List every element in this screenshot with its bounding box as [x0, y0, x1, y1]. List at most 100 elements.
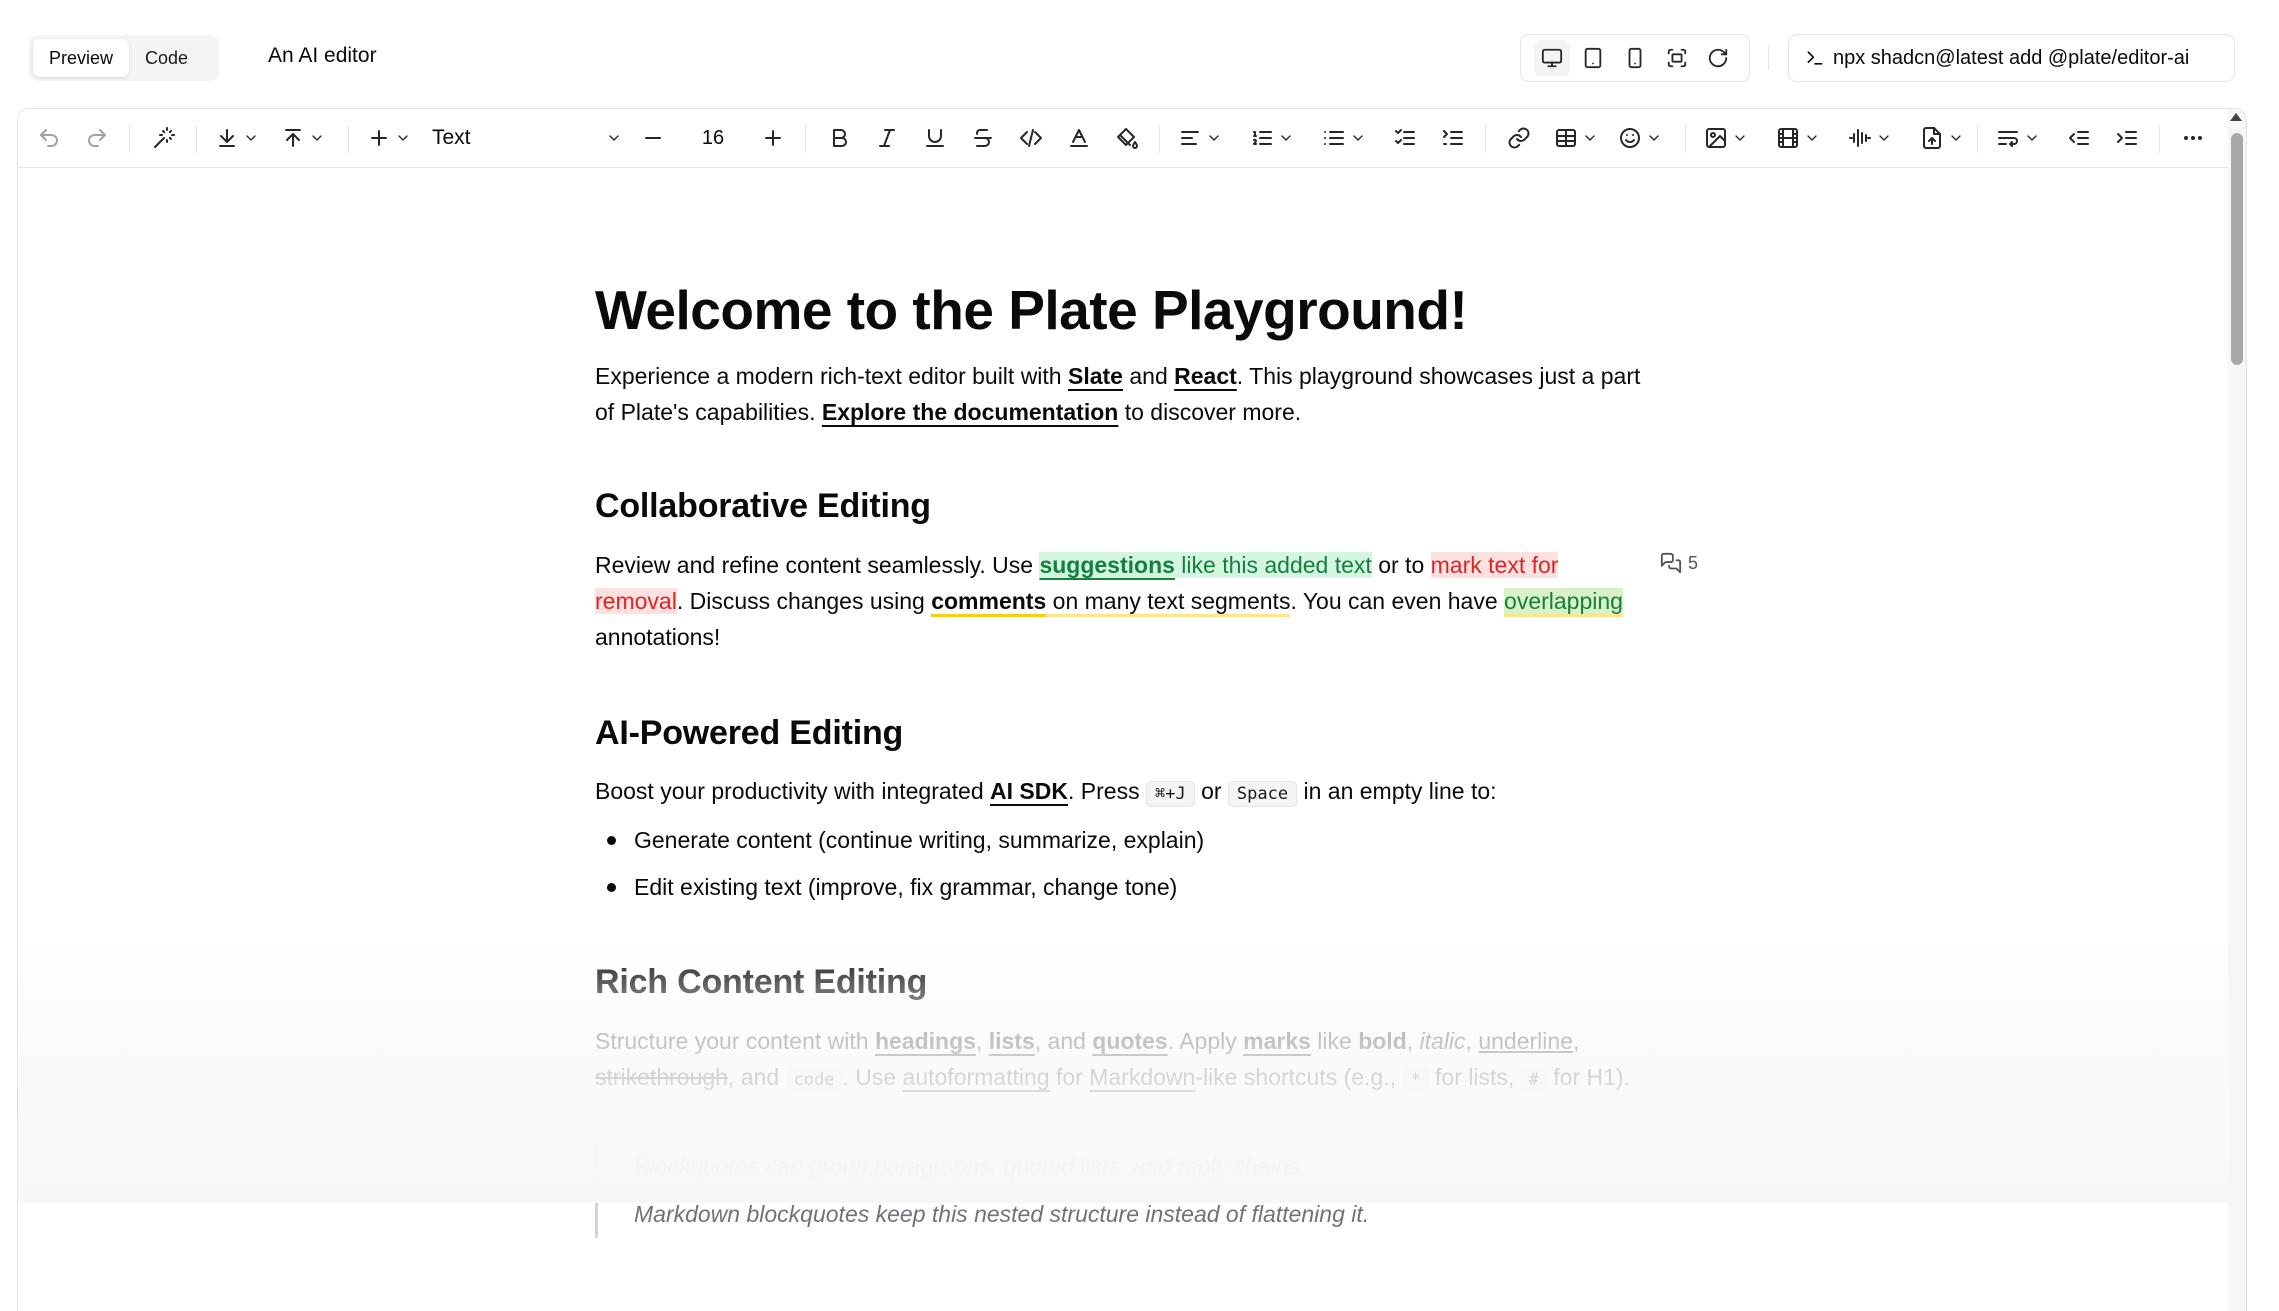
block-type-select[interactable]: Text — [432, 118, 622, 158]
blockquote-line: Markdown blockquotes keep this nested st… — [634, 1201, 1370, 1227]
link-markdown[interactable]: Markdown — [1089, 1064, 1195, 1090]
video-button[interactable] — [1773, 118, 1823, 158]
toolbar-divider — [1159, 125, 1160, 153]
comment-mark[interactable]: comments — [931, 588, 1047, 617]
ai-wand-icon[interactable] — [146, 118, 182, 158]
link-quotes[interactable]: quotes — [1092, 1028, 1167, 1054]
table-icon — [1556, 129, 1576, 147]
copy-command-button[interactable]: npx shadcn@latest add @plate/editor-ai — [1788, 34, 2235, 82]
kbd-space: Space — [1227, 781, 1298, 807]
text-color-icon[interactable] — [1061, 118, 1097, 158]
export-button[interactable] — [212, 118, 262, 158]
link-marks[interactable]: marks — [1243, 1028, 1311, 1054]
comments-icon — [1660, 552, 1682, 574]
list-item: Edit existing text (improve, fix grammar… — [595, 869, 1177, 905]
underline-icon[interactable] — [917, 118, 953, 158]
italic-icon[interactable] — [869, 118, 905, 158]
indent-icon[interactable] — [2109, 118, 2145, 158]
code-icon[interactable] — [1013, 118, 1049, 158]
kbd-cmd-j: ⌘+J — [1145, 781, 1195, 807]
refresh-icon[interactable] — [1700, 40, 1736, 76]
font-size-decrease-button[interactable] — [635, 118, 671, 158]
toolbar-divider — [1977, 125, 1978, 153]
header-divider — [1768, 46, 1769, 70]
chevron-down-icon — [2027, 135, 2037, 141]
tab-preview[interactable]: Preview — [33, 39, 130, 77]
suggestion-insert[interactable]: like this added text — [1174, 552, 1372, 578]
chevron-down-icon — [1585, 135, 1595, 141]
scrollbar-thumb[interactable] — [2231, 133, 2243, 365]
chevron-down-icon — [1951, 135, 1961, 141]
chevron-down-icon — [1353, 135, 1363, 141]
image-button[interactable] — [1701, 118, 1751, 158]
link-slate[interactable]: Slate — [1068, 363, 1123, 389]
insert-button[interactable] — [364, 118, 414, 158]
font-size-increase-button[interactable] — [755, 118, 791, 158]
link-autoformatting[interactable]: autoformatting — [903, 1064, 1050, 1090]
chevron-down-icon — [1735, 135, 1745, 141]
undo-icon[interactable] — [32, 118, 66, 158]
heading-collaborative-editing: Collaborative Editing — [595, 487, 931, 525]
chevron-down-icon — [312, 135, 322, 141]
font-size-input[interactable]: 16 — [681, 118, 745, 158]
file-button[interactable] — [1917, 118, 1967, 158]
link-ai-sdk[interactable]: AI SDK — [990, 778, 1068, 804]
todo-list-icon[interactable] — [1387, 118, 1423, 158]
download-icon — [219, 129, 235, 147]
bulleted-list-button[interactable] — [1319, 118, 1369, 158]
wrap-text-icon — [1998, 131, 2018, 147]
link-react[interactable]: React — [1174, 363, 1237, 389]
blockquote: Blockquotes can group paragraphs, quoted… — [595, 1142, 1369, 1238]
scroll-up-arrow[interactable] — [2230, 113, 2242, 121]
toolbar-divider — [1485, 125, 1486, 153]
comment-mark[interactable]: on many text segments — [1046, 588, 1291, 617]
chevron-down-icon — [1209, 135, 1219, 141]
line-height-button[interactable] — [1993, 118, 2043, 158]
phone-icon[interactable] — [1617, 40, 1653, 76]
page-title: An AI editor — [268, 44, 377, 67]
upload-icon — [285, 129, 301, 147]
link-lists[interactable]: lists — [989, 1028, 1035, 1054]
toggle-list-icon[interactable] — [1435, 118, 1471, 158]
outdent-icon[interactable] — [2061, 118, 2097, 158]
numbered-list-icon — [1253, 131, 1272, 145]
audio-button[interactable] — [1845, 118, 1895, 158]
overlapping-annotation[interactable]: overlapping — [1504, 588, 1623, 617]
view-mode-tabs: Preview Code — [29, 35, 219, 81]
plus-icon — [765, 130, 781, 146]
tab-code[interactable]: Code — [129, 39, 204, 77]
fullscreen-icon[interactable] — [1659, 40, 1695, 76]
strikethrough-icon[interactable] — [965, 118, 1001, 158]
file-upload-icon — [1923, 127, 1941, 149]
more-icon[interactable] — [2175, 118, 2211, 158]
link-headings[interactable]: headings — [875, 1028, 976, 1054]
link-icon[interactable] — [1501, 118, 1537, 158]
scrollbar[interactable] — [2228, 109, 2246, 1311]
command-text: npx shadcn@latest add @plate/editor-ai — [1833, 46, 2190, 69]
align-button[interactable] — [1175, 118, 1225, 158]
tablet-icon[interactable] — [1575, 40, 1611, 76]
toolbar-divider — [1685, 125, 1686, 153]
document-title: Welcome to the Plate Playground! — [595, 279, 1468, 341]
comment-count-badge[interactable]: 5 — [1660, 552, 1698, 574]
chevron-down-icon — [1281, 135, 1291, 141]
film-icon — [1778, 128, 1798, 148]
numbered-list-button[interactable] — [1247, 118, 1297, 158]
emoji-button[interactable] — [1615, 118, 1665, 158]
redo-icon[interactable] — [80, 118, 114, 158]
link-documentation[interactable]: Explore the documentation — [822, 399, 1118, 425]
chevron-down-icon — [246, 135, 256, 141]
import-button[interactable] — [278, 118, 328, 158]
smile-icon — [1620, 128, 1640, 148]
suggestion-insert[interactable]: suggestions — [1039, 552, 1175, 578]
highlight-color-icon[interactable] — [1109, 118, 1145, 158]
collab-paragraph: Review and refine content seamlessly. Us… — [595, 552, 1623, 650]
align-left-icon — [1181, 131, 1199, 145]
toolbar-divider — [348, 125, 349, 153]
table-button[interactable] — [1551, 118, 1601, 158]
terminal-icon — [1807, 51, 1823, 65]
top-bar: Preview Code An AI editor npx shadcn@lat… — [0, 0, 2279, 110]
toolbar-divider — [805, 125, 806, 153]
monitor-icon[interactable] — [1533, 40, 1570, 76]
bold-icon[interactable] — [821, 118, 857, 158]
